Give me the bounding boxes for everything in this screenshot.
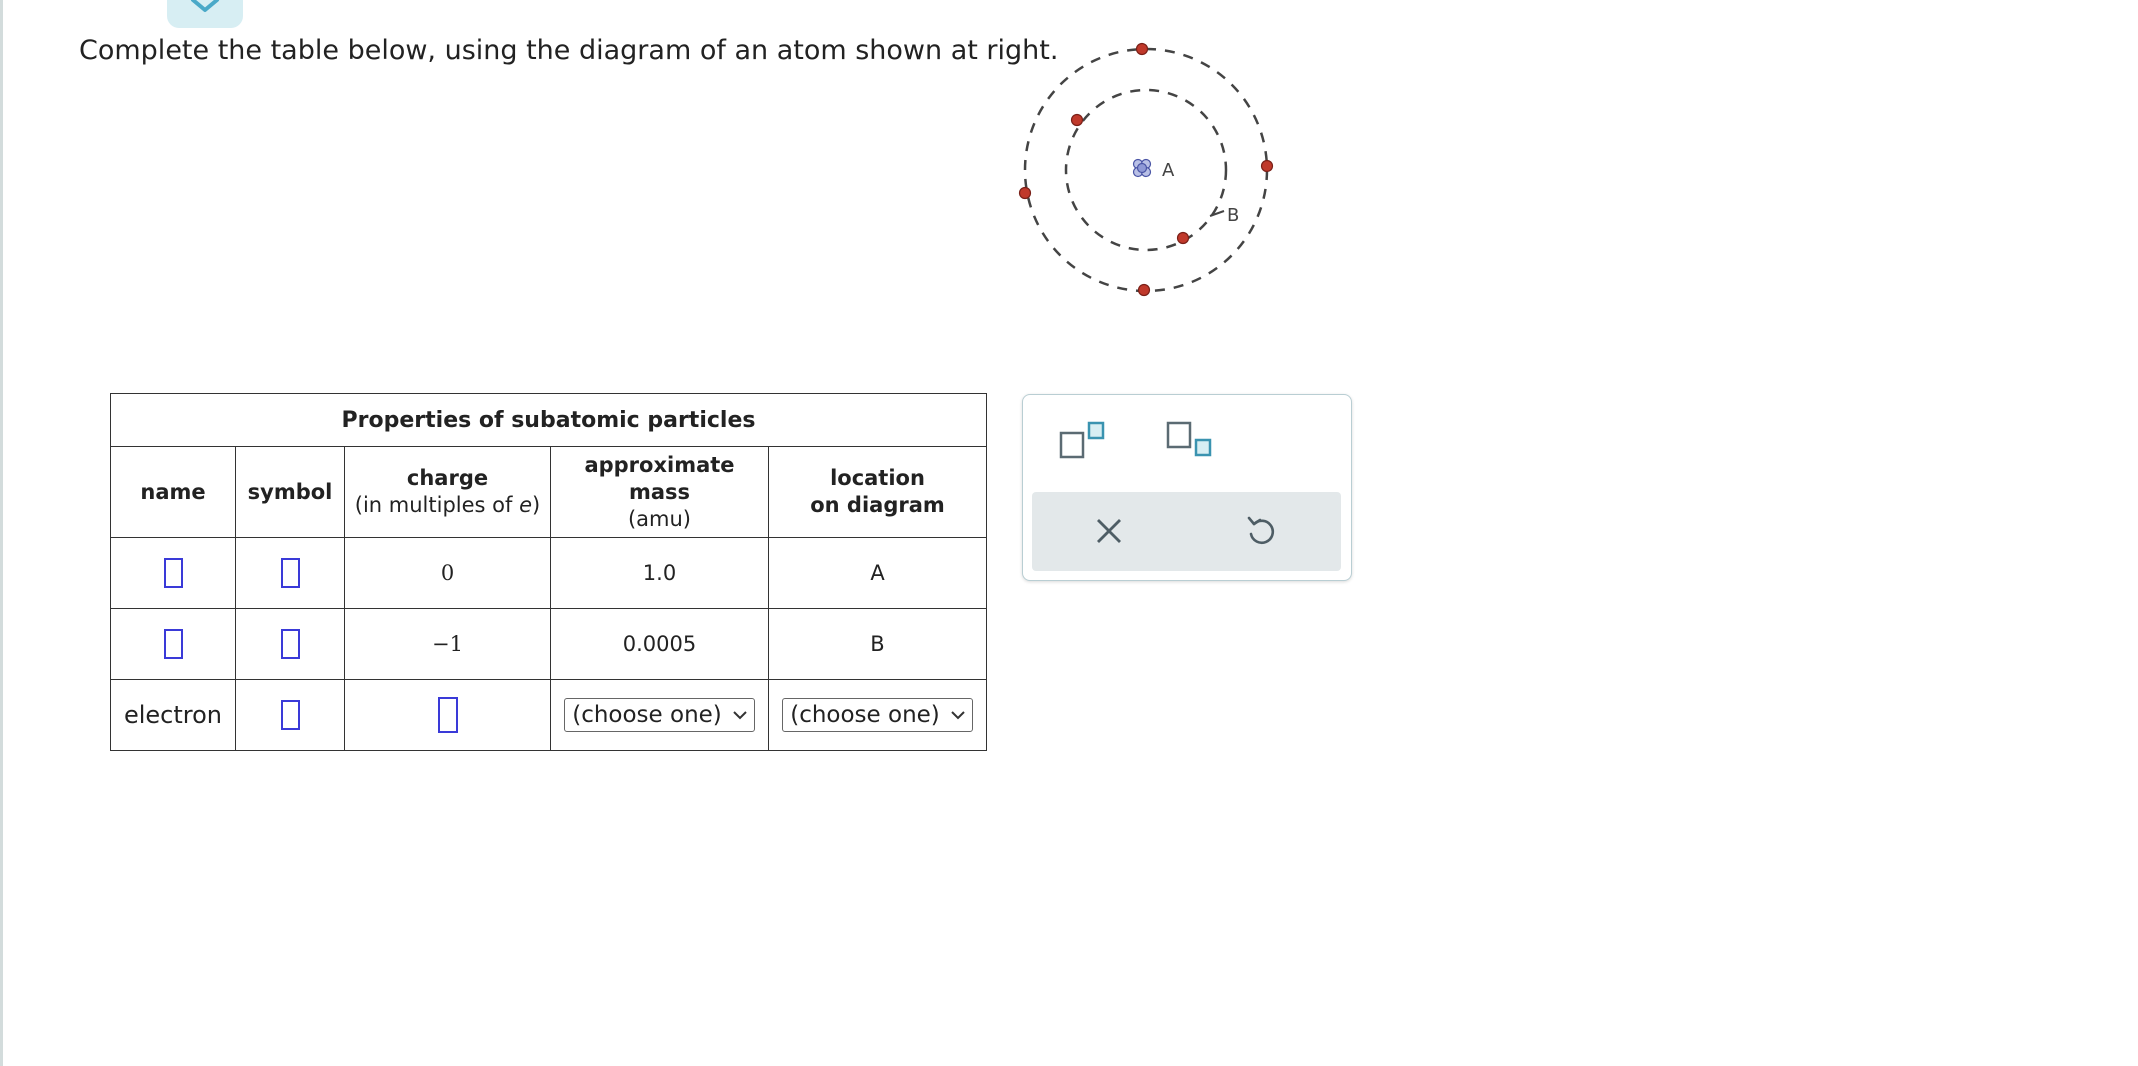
table-row: −1 0.0005 B: [110, 608, 987, 680]
row1-mass: 1.0: [550, 537, 769, 609]
row1-charge: 0: [344, 537, 551, 609]
table-row: 0 1.0 A: [110, 537, 987, 609]
header-location: location on diagram: [768, 446, 987, 538]
row1-symbol-input[interactable]: [280, 558, 300, 588]
collapse-tab[interactable]: [167, 0, 243, 28]
atom-diagram: A B: [1018, 42, 1274, 297]
chevron-down-icon: [733, 711, 747, 720]
header-name: name: [110, 446, 236, 538]
row3-symbol-input[interactable]: [280, 700, 300, 730]
diagram-label-b: B: [1227, 205, 1239, 226]
row2-name-cell: [110, 608, 236, 680]
chevron-down-icon: [951, 711, 965, 720]
row2-charge: −1: [344, 608, 551, 680]
row1-symbol-cell: [235, 537, 345, 609]
row2-name-input[interactable]: [163, 629, 183, 659]
table-caption: Properties of subatomic particles: [110, 393, 987, 447]
table-header-row: name symbol charge (in multiples of e) a…: [110, 446, 987, 538]
row3-mass-select[interactable]: (choose one): [564, 698, 755, 732]
row2-symbol-input[interactable]: [280, 629, 300, 659]
clear-button[interactable]: [1094, 516, 1124, 550]
table-row: electron (choose one) (choose one): [110, 679, 987, 751]
row2-mass: 0.0005: [550, 608, 769, 680]
undo-button[interactable]: [1245, 514, 1277, 552]
header-symbol: symbol: [235, 446, 345, 538]
row1-name-cell: [110, 537, 236, 609]
nucleus: [1132, 158, 1152, 178]
diagram-label-a: A: [1162, 160, 1175, 181]
row3-charge-input[interactable]: [437, 697, 458, 733]
row2-location: B: [768, 608, 987, 680]
undo-icon: [1247, 516, 1275, 545]
electron-upper-left: [1070, 113, 1084, 127]
header-mass: approximate mass (amu): [550, 446, 769, 538]
math-toolbar: [1022, 394, 1352, 581]
electron-top: [1135, 42, 1149, 56]
row1-location: A: [768, 537, 987, 609]
electron-bottom: [1137, 283, 1151, 297]
row3-location-select[interactable]: (choose one): [782, 698, 973, 732]
electron-left: [1018, 186, 1032, 200]
header-charge: charge (in multiples of e): [344, 446, 551, 538]
row3-name: electron: [110, 679, 236, 751]
row2-symbol-cell: [235, 608, 345, 680]
row1-name-input[interactable]: [163, 558, 183, 588]
subscript-icon: [1166, 421, 1212, 457]
row3-symbol-cell: [235, 679, 345, 751]
subatomic-properties-table: Properties of subatomic particles name s…: [110, 393, 987, 751]
electron-right: [1260, 159, 1274, 173]
chevron-down-icon: [191, 0, 219, 12]
question-prompt: Complete the table below, using the diag…: [79, 35, 1059, 66]
subscript-button[interactable]: [1166, 421, 1214, 465]
electron-lower-right: [1176, 231, 1190, 245]
row3-mass-cell: (choose one): [550, 679, 769, 751]
superscript-button[interactable]: [1059, 421, 1107, 465]
superscript-icon: [1059, 421, 1105, 459]
action-bar: [1032, 492, 1341, 571]
x-icon: [1097, 519, 1121, 543]
row3-charge-cell: [344, 679, 551, 751]
left-edge-border: [0, 0, 3, 1066]
row3-location-cell: (choose one): [768, 679, 987, 751]
